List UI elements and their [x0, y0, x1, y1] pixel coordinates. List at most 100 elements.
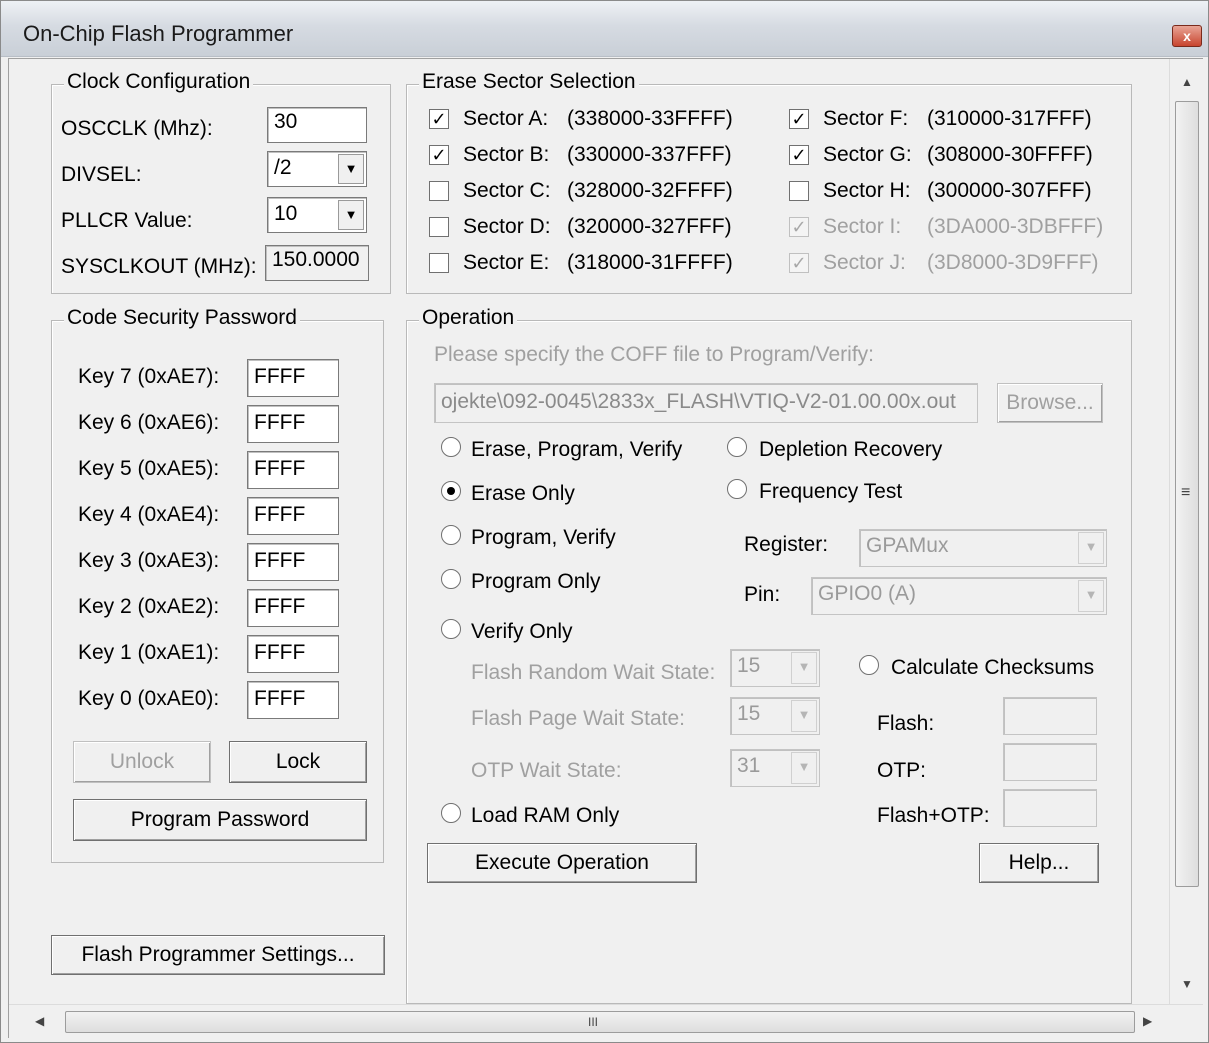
- key-label: Key 3 (0xAE3):: [78, 549, 220, 572]
- key-input[interactable]: FFFF: [247, 359, 339, 397]
- program-verify-radio[interactable]: [441, 525, 461, 545]
- key-input[interactable]: FFFF: [247, 589, 339, 627]
- vertical-scrollbar[interactable]: ▲ ≡ ▼: [1169, 59, 1203, 1004]
- key-label: Key 1 (0xAE1):: [78, 641, 220, 664]
- frequency-test-label: Frequency Test: [759, 480, 903, 503]
- frequency-test-radio[interactable]: [727, 479, 747, 499]
- unlock-button[interactable]: Unlock: [73, 741, 211, 783]
- horizontal-scroll-thumb[interactable]: III: [65, 1011, 1135, 1033]
- sector-a-checkbox[interactable]: ✓: [429, 109, 449, 129]
- sector-g-checkbox[interactable]: ✓: [789, 145, 809, 165]
- sector-name-label: Sector F:: [823, 107, 909, 130]
- vertical-scroll-thumb[interactable]: ≡: [1175, 101, 1199, 887]
- pin-select[interactable]: GPIO0 (A) ▼: [811, 577, 1107, 615]
- key-label: Key 6 (0xAE6):: [78, 411, 220, 434]
- key-input[interactable]: FFFF: [247, 451, 339, 489]
- load-ram-only-radio[interactable]: [441, 803, 461, 823]
- code-security-legend: Code Security Password: [64, 306, 300, 330]
- divsel-label: DIVSEL:: [61, 163, 142, 186]
- close-icon[interactable]: x: [1172, 25, 1202, 47]
- scroll-left-icon[interactable]: ◀: [35, 1014, 44, 1028]
- load-ram-only-label: Load RAM Only: [471, 804, 620, 827]
- chevron-down-icon[interactable]: ▼: [1078, 532, 1104, 564]
- sector-e-checkbox[interactable]: [429, 253, 449, 273]
- chevron-down-icon[interactable]: ▼: [791, 652, 817, 684]
- sector-name-label: Sector E:: [463, 251, 550, 274]
- key-input[interactable]: FFFF: [247, 543, 339, 581]
- oscclk-label: OSCCLK (Mhz):: [61, 117, 213, 140]
- checksum-flash-otp-output: [1003, 789, 1097, 827]
- sector-name-label: Sector A:: [463, 107, 549, 130]
- sector-range-label: (318000-31FFFF): [567, 251, 733, 274]
- otp-wait-label: OTP Wait State:: [471, 759, 622, 782]
- sector-b-checkbox[interactable]: ✓: [429, 145, 449, 165]
- key-label: Key 4 (0xAE4):: [78, 503, 220, 526]
- sector-name-label: Sector B:: [463, 143, 550, 166]
- sector-range-label: (308000-30FFFF): [927, 143, 1093, 166]
- key-input[interactable]: FFFF: [247, 405, 339, 443]
- key-label: Key 7 (0xAE7):: [78, 365, 220, 388]
- pin-label: Pin:: [744, 583, 781, 606]
- verify-only-radio[interactable]: [441, 619, 461, 639]
- scroll-up-icon[interactable]: ▲: [1181, 75, 1193, 89]
- operation-legend: Operation: [419, 306, 518, 330]
- flash-random-wait-value: 15: [737, 654, 761, 677]
- sector-range-label: (328000-32FFFF): [567, 179, 733, 202]
- client-area: Clock Configuration OSCCLK (Mhz): 30 DIV…: [8, 58, 1203, 1038]
- key-input[interactable]: FFFF: [247, 635, 339, 673]
- chevron-down-icon[interactable]: ▼: [1078, 580, 1104, 612]
- program-password-button[interactable]: Program Password: [73, 799, 367, 841]
- sector-range-label: (300000-307FFF): [927, 179, 1092, 202]
- sector-i-checkbox[interactable]: ✓: [789, 217, 809, 237]
- depletion-recovery-radio[interactable]: [727, 437, 747, 457]
- register-label: Register:: [744, 533, 829, 556]
- browse-button[interactable]: Browse...: [997, 383, 1103, 423]
- divsel-select[interactable]: /2 ▼: [267, 151, 367, 187]
- erase-program-verify-label: Erase, Program, Verify: [471, 438, 683, 461]
- erase-only-radio[interactable]: [441, 481, 461, 501]
- register-select[interactable]: GPAMux ▼: [859, 529, 1107, 567]
- sector-d-checkbox[interactable]: [429, 217, 449, 237]
- program-only-label: Program Only: [471, 570, 601, 593]
- calculate-checksums-radio[interactable]: [859, 655, 879, 675]
- sector-h-checkbox[interactable]: [789, 181, 809, 201]
- erase-program-verify-radio[interactable]: [441, 437, 461, 457]
- flash-page-wait-select[interactable]: 15 ▼: [730, 697, 820, 735]
- help-button[interactable]: Help...: [979, 843, 1099, 883]
- divsel-value: /2: [274, 156, 292, 179]
- verify-only-label: Verify Only: [471, 620, 573, 643]
- chevron-down-icon[interactable]: ▼: [791, 700, 817, 732]
- key-input[interactable]: FFFF: [247, 681, 339, 719]
- depletion-recovery-label: Depletion Recovery: [759, 438, 943, 461]
- oscclk-input[interactable]: 30: [267, 107, 367, 143]
- clock-configuration-legend: Clock Configuration: [64, 70, 254, 94]
- execute-operation-button[interactable]: Execute Operation: [427, 843, 697, 883]
- window-title: On-Chip Flash Programmer: [23, 21, 294, 46]
- chevron-down-icon[interactable]: ▼: [338, 154, 364, 184]
- program-only-radio[interactable]: [441, 569, 461, 589]
- coff-file-input[interactable]: ojekte\092-0045\2833x_FLASH\VTIQ-V2-01.0…: [434, 383, 978, 423]
- lock-button[interactable]: Lock: [229, 741, 367, 783]
- coff-prompt: Please specify the COFF file to Program/…: [434, 343, 874, 366]
- scroll-right-icon[interactable]: ▶: [1143, 1014, 1152, 1028]
- sector-range-label: (330000-337FFF): [567, 143, 732, 166]
- pllcr-select[interactable]: 10 ▼: [267, 197, 367, 233]
- grip-icon: III: [588, 1015, 599, 1029]
- chevron-down-icon[interactable]: ▼: [791, 752, 817, 784]
- flash-programmer-settings-button[interactable]: Flash Programmer Settings...: [51, 935, 385, 975]
- otp-wait-select[interactable]: 31 ▼: [730, 749, 820, 787]
- sector-c-checkbox[interactable]: [429, 181, 449, 201]
- register-value: GPAMux: [866, 534, 949, 557]
- scroll-down-icon[interactable]: ▼: [1181, 977, 1193, 991]
- key-label: Key 0 (0xAE0):: [78, 687, 220, 710]
- key-input[interactable]: FFFF: [247, 497, 339, 535]
- sector-f-checkbox[interactable]: ✓: [789, 109, 809, 129]
- title-bar[interactable]: On-Chip Flash Programmer x: [1, 1, 1208, 57]
- sector-name-label: Sector J:: [823, 251, 906, 274]
- horizontal-scrollbar[interactable]: ◀ III ▶: [9, 1004, 1203, 1038]
- sector-j-checkbox[interactable]: ✓: [789, 253, 809, 273]
- flash-page-wait-label: Flash Page Wait State:: [471, 707, 685, 730]
- chevron-down-icon[interactable]: ▼: [338, 200, 364, 230]
- flash-random-wait-select[interactable]: 15 ▼: [730, 649, 820, 687]
- sector-name-label: Sector G:: [823, 143, 912, 166]
